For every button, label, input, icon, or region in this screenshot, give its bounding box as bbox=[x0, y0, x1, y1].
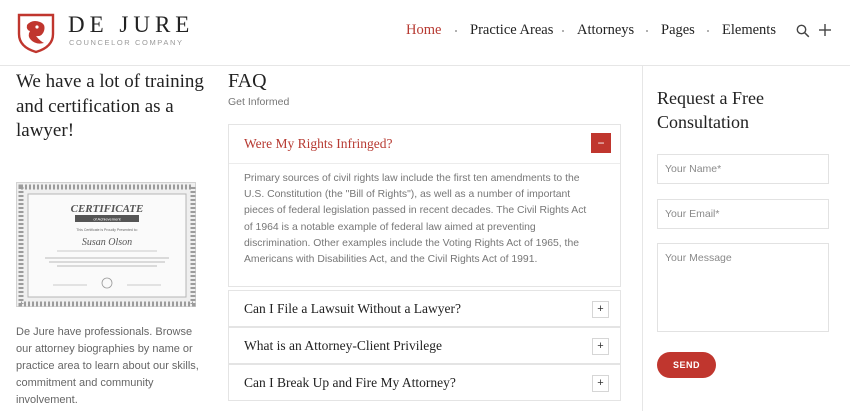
faq-question[interactable]: Can I Break Up and Fire My Attorney? bbox=[244, 375, 456, 391]
message-field[interactable] bbox=[657, 243, 829, 332]
plus-icon[interactable] bbox=[818, 23, 832, 37]
consultation-title: Request a Free Consultation bbox=[657, 88, 764, 132]
faq-question[interactable]: What is an Attorney-Client Privilege bbox=[244, 338, 442, 354]
email-field[interactable] bbox=[657, 199, 829, 229]
faq-item[interactable]: Can I Break Up and Fire My Attorney? + bbox=[228, 364, 621, 401]
faq-item-open[interactable]: Were My Rights Infringed? − Primary sour… bbox=[228, 124, 621, 287]
nav-separator bbox=[455, 30, 457, 32]
nav-separator bbox=[707, 30, 709, 32]
faq-title: FAQ bbox=[228, 70, 267, 92]
certificate-presented: This Certificate is Proudly Presented to… bbox=[76, 228, 137, 232]
nav-separator bbox=[646, 30, 648, 32]
faq-item[interactable]: What is an Attorney-Client Privilege + bbox=[228, 327, 621, 364]
nav-elements[interactable]: Elements bbox=[722, 22, 776, 42]
certificate-graphic: CERTIFICATE of Achievement This Certific… bbox=[18, 184, 196, 307]
nav-practice-areas[interactable]: Practice Areas bbox=[470, 22, 553, 42]
collapse-minus-icon[interactable]: − bbox=[591, 133, 611, 153]
faq-answer: Primary sources of civil rights law incl… bbox=[244, 173, 587, 266]
nav-pages[interactable]: Pages bbox=[661, 22, 695, 42]
faq-question[interactable]: Can I File a Lawsuit Without a Lawyer? bbox=[244, 301, 461, 317]
brand-title[interactable]: DE JURE bbox=[68, 12, 194, 38]
faq-question[interactable]: Were My Rights Infringed? bbox=[244, 136, 393, 152]
certificate-image: CERTIFICATE of Achievement This Certific… bbox=[16, 182, 196, 307]
training-heading: We have a lot of training and certificat… bbox=[16, 71, 204, 141]
name-field[interactable] bbox=[657, 154, 829, 184]
divider bbox=[229, 163, 620, 164]
certificate-recipient: Susan Olson bbox=[82, 237, 132, 248]
send-button[interactable]: SEND bbox=[657, 352, 716, 378]
expand-plus-icon[interactable]: + bbox=[592, 375, 609, 392]
lion-crest-logo-icon[interactable] bbox=[15, 12, 57, 54]
faq-subtitle: Get Informed bbox=[228, 96, 290, 108]
nav-separator bbox=[562, 30, 564, 32]
expand-plus-icon[interactable]: + bbox=[592, 301, 609, 318]
site-header: DE JURE COUNCELOR COMPANY Home Practice … bbox=[0, 0, 850, 66]
certificate-ribbon: of Achievement bbox=[93, 217, 121, 222]
nav-home[interactable]: Home bbox=[406, 22, 441, 42]
nav-attorneys[interactable]: Attorneys bbox=[577, 22, 634, 42]
brand-subtitle: COUNCELOR COMPANY bbox=[69, 38, 184, 47]
faq-item[interactable]: Can I File a Lawsuit Without a Lawyer? + bbox=[228, 290, 621, 327]
certificate-title: CERTIFICATE bbox=[71, 203, 144, 215]
professionals-text: De Jure have professionals. Browse our a… bbox=[16, 326, 199, 406]
search-icon[interactable] bbox=[796, 24, 810, 38]
expand-plus-icon[interactable]: + bbox=[592, 338, 609, 355]
